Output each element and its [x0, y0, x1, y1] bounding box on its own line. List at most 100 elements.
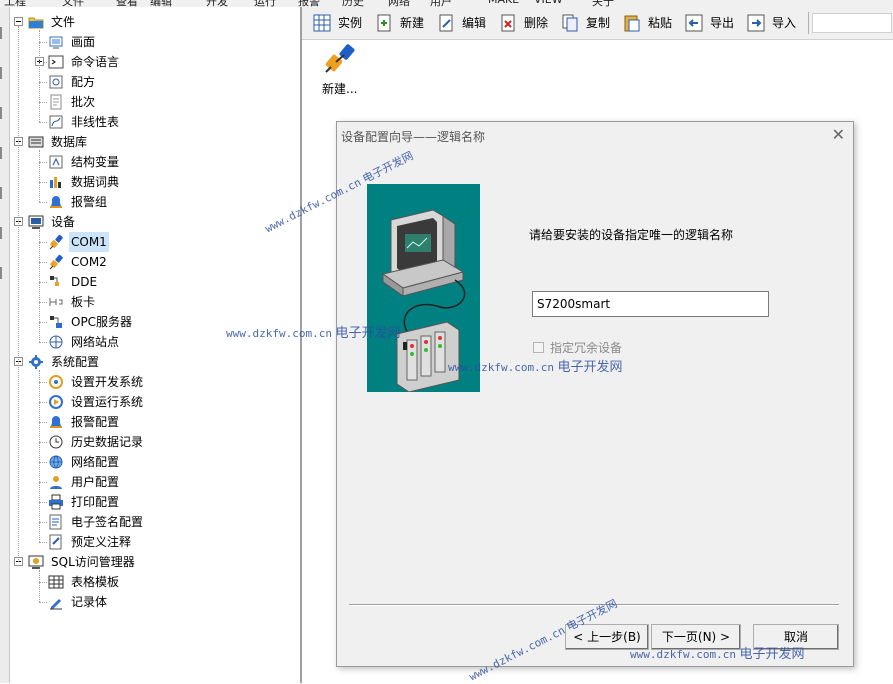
signature-icon	[48, 514, 64, 530]
watermark: www.dzkfw.com.cn 电子开发网	[630, 647, 805, 662]
tree-node-runsys[interactable]: 设置运行系统	[10, 392, 298, 412]
toolbar: 实例 新建 编辑 删除 复制 粘贴 导出 导入	[302, 7, 893, 40]
tree-node-label: 文件	[51, 15, 76, 29]
batch-icon	[48, 94, 64, 110]
menu-item[interactable]: VIEW	[534, 0, 563, 6]
tree-node-dde[interactable]: DDE	[10, 272, 298, 292]
delete-icon	[498, 13, 518, 33]
menu-item[interactable]: 网络	[388, 0, 410, 7]
menu-item[interactable]: MAKE	[488, 0, 519, 6]
copy-icon	[560, 13, 580, 33]
network-site-icon	[48, 334, 64, 350]
toolbar-new-button[interactable]: 新建	[374, 11, 432, 35]
tree-node-recipe[interactable]: 配方	[10, 72, 298, 92]
tree-node-label: 设备	[51, 215, 76, 229]
tree-node-board[interactable]: 板卡	[10, 292, 298, 312]
toolbar-example-button[interactable]: 实例	[312, 11, 370, 35]
tree-node-dict[interactable]: 数据词典	[10, 172, 298, 192]
tree-node-alarmconf[interactable]: 报警配置	[10, 412, 298, 432]
tree-node-userconf[interactable]: 用户配置	[10, 472, 298, 492]
tree-node-sysconf[interactable]: 系统配置	[10, 352, 298, 372]
tree-node-com1[interactable]: COM1	[10, 232, 298, 252]
tree-connector	[39, 602, 47, 603]
tree-node-label: 命令语言	[71, 55, 120, 69]
tree-node-label: 用户配置	[71, 475, 120, 489]
side-tab-icon[interactable]	[0, 27, 10, 39]
tree-node-screen[interactable]: 画面	[10, 32, 298, 52]
tree-node-nonlinear[interactable]: 非线性表	[10, 112, 298, 132]
tree-node-file[interactable]: 文件	[10, 12, 298, 32]
toolbar-edit-button[interactable]: 编辑	[436, 11, 494, 35]
tree-connector	[39, 462, 47, 463]
tree-node-com2[interactable]: COM2	[10, 252, 298, 272]
menu-item[interactable]: 工程	[4, 0, 26, 7]
menu-item[interactable]: 报警	[298, 0, 320, 7]
tree-connector	[39, 542, 47, 543]
toolbar-paste-button[interactable]: 粘贴	[622, 11, 680, 35]
new-icon	[374, 13, 394, 33]
side-tab-icon[interactable]	[0, 67, 10, 79]
tree-connector	[39, 150, 40, 202]
menu-item[interactable]: 关于	[592, 0, 614, 7]
tree-node-tpl[interactable]: 表格模板	[10, 572, 298, 592]
device-icon	[28, 214, 44, 230]
menu-item[interactable]: 开发	[206, 0, 228, 7]
project-tree[interactable]: 文件画面命令语言配方 批次 非线性表 数据库 结构变量 数据词典 报警组设备 COM1 COM2…	[10, 7, 302, 683]
tree-node-label: COM2	[71, 255, 107, 269]
tree-node-label: COM1	[69, 232, 109, 252]
dde-icon	[48, 274, 64, 290]
new-device-item[interactable]: 新建...	[320, 42, 360, 98]
logical-name-input[interactable]: S7200smart	[532, 291, 769, 317]
side-tab-icon[interactable]	[0, 147, 10, 159]
side-tab-icon[interactable]	[0, 267, 10, 279]
device-config-wizard-dialog: 设备配置向导——逻辑名称 ✕ 请给要安装的设备指定唯一的逻辑名称 S7200sm…	[336, 121, 854, 667]
dialog-title: 设备配置向导——逻辑名称	[341, 130, 486, 144]
tree-node-note[interactable]: 预定义注释	[10, 532, 298, 552]
tree-node-db[interactable]: 数据库	[10, 132, 298, 152]
side-tab-icon[interactable]	[0, 187, 10, 199]
toolbar-search-field[interactable]	[812, 13, 892, 33]
screen-icon	[48, 34, 64, 50]
close-icon[interactable]: ✕	[832, 125, 845, 144]
menu-item[interactable]: 编辑	[150, 0, 172, 7]
menu-item[interactable]: 查看	[116, 0, 138, 7]
tree-node-print[interactable]: 打印配置	[10, 492, 298, 512]
side-tab-icon[interactable]	[0, 227, 10, 239]
tree-node-rec[interactable]: 记录体	[10, 592, 298, 612]
user-icon	[48, 474, 64, 490]
printer-icon	[48, 494, 64, 510]
tree-node-label: 记录体	[71, 595, 108, 609]
toolbar-delete-button[interactable]: 删除	[498, 11, 556, 35]
tree-node-history[interactable]: 历史数据记录	[10, 432, 298, 452]
tree-node-alarmgrp[interactable]: 报警组	[10, 192, 298, 212]
tree-node-sql[interactable]: SQL访问管理器	[10, 552, 298, 572]
menu-item[interactable]: 运行	[254, 0, 276, 7]
tree-connector	[18, 26, 19, 562]
tree-node-device[interactable]: 设备	[10, 212, 298, 232]
tree-node-struct[interactable]: 结构变量	[10, 152, 298, 172]
alarm-config-icon	[48, 414, 64, 430]
tree-node-cmd[interactable]: 命令语言	[10, 52, 298, 72]
collapse-toggle[interactable]	[14, 17, 23, 26]
redundant-device-label: 指定冗余设备	[550, 341, 623, 355]
tree-connector	[39, 582, 47, 583]
tree-node-batch[interactable]: 批次	[10, 92, 298, 112]
import-icon	[746, 13, 766, 33]
toolbar-copy-button[interactable]: 复制	[560, 11, 618, 35]
tree-node-esign[interactable]: 电子签名配置	[10, 512, 298, 532]
export-icon	[684, 13, 704, 33]
toolbar-export-button[interactable]: 导出	[684, 11, 742, 35]
nonlinear-table-icon	[48, 114, 64, 130]
tree-node-netconf[interactable]: 网络配置	[10, 452, 298, 472]
tree-node-label: 打印配置	[71, 495, 120, 509]
toolbar-import-button[interactable]: 导入	[746, 11, 804, 35]
side-tab-icon[interactable]	[0, 107, 10, 119]
history-icon	[48, 434, 64, 450]
checkbox-box[interactable]	[533, 342, 544, 353]
tree-node-devsys[interactable]: 设置开发系统	[10, 372, 298, 392]
tree-node-label: 设置运行系统	[71, 395, 144, 409]
menu-item[interactable]: 历史	[342, 0, 364, 7]
menu-item[interactable]: 文件	[62, 0, 84, 7]
alarm-group-icon	[48, 194, 64, 210]
menu-item[interactable]: 用户	[430, 0, 452, 7]
